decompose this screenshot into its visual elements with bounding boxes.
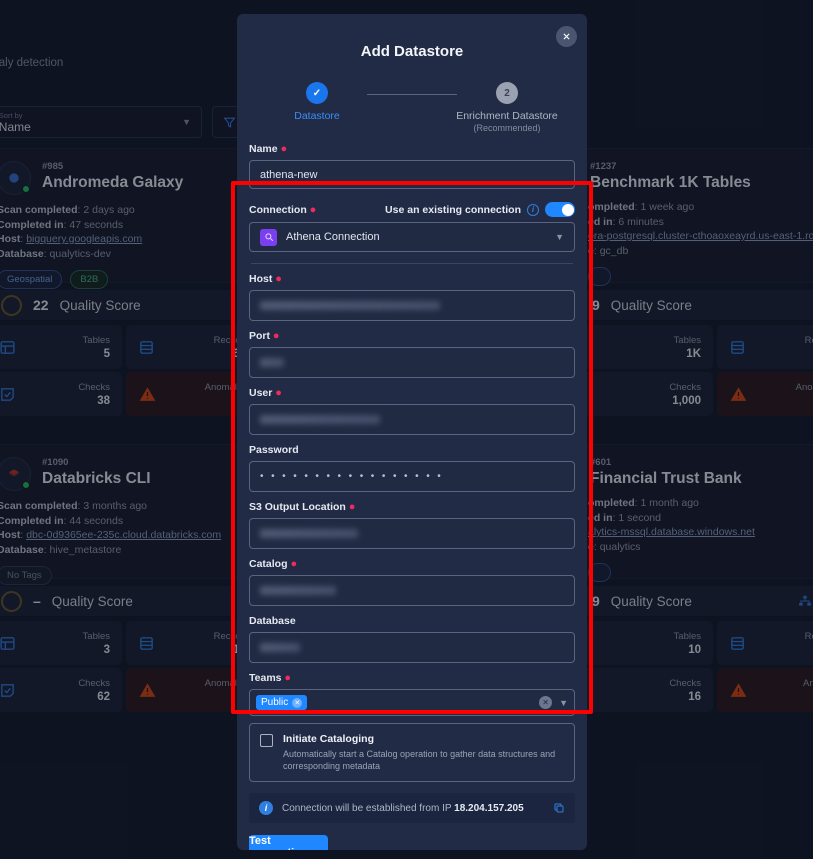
password-field-group: Password • • • • • • • • • • • • • • • •… <box>249 444 575 492</box>
database-label: Database <box>249 615 296 627</box>
port-label: Port ● <box>249 330 280 342</box>
required-marker: ● <box>348 501 356 513</box>
team-chip-label: Public <box>261 697 289 708</box>
existing-connection-toggle[interactable] <box>545 202 575 217</box>
wizard-stepper: ✓ Datastore 2 Enrichment Datastore (Reco… <box>237 82 587 134</box>
teams-select[interactable]: Public ✕ ✕ ▼ <box>249 689 575 716</box>
datastore-form: Name ● athena-new Connection ● Use an ex… <box>237 143 587 850</box>
name-field-group: Name ● athena-new <box>249 143 575 189</box>
user-label: User ● <box>249 387 282 399</box>
port-input-value <box>260 358 284 367</box>
host-field-group: Host ● <box>249 273 575 321</box>
s3-input-value <box>260 529 358 538</box>
close-icon[interactable] <box>556 26 577 47</box>
test-connection-button[interactable]: Test connection <box>249 835 328 850</box>
athena-icon <box>260 228 277 246</box>
divider <box>251 263 573 264</box>
teams-label: Teams ● <box>249 672 292 684</box>
name-label: Name ● <box>249 143 288 155</box>
required-marker: ● <box>290 558 298 570</box>
connection-select[interactable]: Athena Connection ▼ <box>249 222 575 252</box>
step-enrichment-datastore[interactable]: 2 Enrichment Datastore (Recommended) <box>437 82 577 133</box>
chevron-down-icon: ▼ <box>555 232 564 242</box>
copy-icon <box>554 803 564 813</box>
required-marker: ● <box>284 672 292 684</box>
required-marker: ● <box>275 273 282 285</box>
clear-icon[interactable]: ✕ <box>539 696 553 709</box>
page-title: Add Datastore <box>360 43 464 60</box>
existing-connection-label: Use an existing connection <box>385 203 521 216</box>
add-datastore-modal: Add Datastore ✓ Datastore 2 Enrichment D… <box>237 14 587 850</box>
initiate-cataloging-card[interactable]: Initiate Cataloging Automatically start … <box>249 723 575 782</box>
host-input-value <box>260 301 440 310</box>
s3-output-location-label: S3 Output Location ● <box>249 501 356 513</box>
required-marker: ● <box>280 143 288 155</box>
step-1-badge: ✓ <box>306 82 328 104</box>
step-2-badge: 2 <box>496 82 518 104</box>
connection-label: Connection ● <box>249 203 317 216</box>
password-input-value: • • • • • • • • • • • • • • • • • <box>260 471 444 482</box>
chip-remove-icon[interactable]: ✕ <box>292 697 303 708</box>
database-input[interactable] <box>249 632 575 663</box>
initiate-cataloging-title: Initiate Cataloging <box>283 733 375 745</box>
name-input-value: athena-new <box>260 168 318 181</box>
password-label: Password <box>249 444 299 456</box>
info-icon[interactable]: i <box>527 203 539 216</box>
database-input-value <box>260 643 300 652</box>
app-root: nd anomaly detection AZ ↓ Sort by Name ▼ <box>0 0 813 859</box>
step-2-sublabel: (Recommended) <box>473 123 541 133</box>
password-input[interactable]: • • • • • • • • • • • • • • • • • <box>249 461 575 492</box>
step-1-label: Datastore <box>294 110 340 122</box>
catalog-input[interactable] <box>249 575 575 606</box>
database-field-group: Database <box>249 615 575 663</box>
catalog-label: Catalog ● <box>249 558 298 570</box>
s3-output-location-input[interactable] <box>249 518 575 549</box>
initiate-cataloging-checkbox[interactable] <box>260 734 273 747</box>
step-2-label: Enrichment Datastore <box>456 110 558 122</box>
ip-notice: i Connection will be established from IP… <box>249 793 575 823</box>
ip-address: 18.204.157.205 <box>454 802 524 814</box>
connection-value: Athena Connection <box>286 231 380 243</box>
initiate-cataloging-description: Automatically start a Catalog operation … <box>283 749 556 771</box>
host-input[interactable] <box>249 290 575 321</box>
chevron-down-icon[interactable]: ▼ <box>559 698 568 708</box>
info-icon: i <box>259 801 273 815</box>
port-field-group: Port ● <box>249 330 575 378</box>
host-label: Host ● <box>249 273 282 285</box>
name-input[interactable]: athena-new <box>249 160 575 189</box>
required-marker: ● <box>309 203 317 216</box>
required-marker: ● <box>272 330 280 342</box>
ip-notice-text: Connection will be established from IP 1… <box>282 802 524 814</box>
s3-output-location-field-group: S3 Output Location ● <box>249 501 575 549</box>
team-chip[interactable]: Public ✕ <box>256 695 308 710</box>
step-datastore[interactable]: ✓ Datastore <box>247 82 387 122</box>
required-marker: ● <box>275 387 282 399</box>
connection-field-group: Connection ● Use an existing connection … <box>249 202 575 264</box>
user-input-value <box>260 415 380 424</box>
user-field-group: User ● <box>249 387 575 435</box>
port-input[interactable] <box>249 347 575 378</box>
catalog-input-value <box>260 586 336 595</box>
user-input[interactable] <box>249 404 575 435</box>
teams-field-group: Teams ● Public ✕ ✕ ▼ <box>249 672 575 716</box>
catalog-field-group: Catalog ● <box>249 558 575 606</box>
